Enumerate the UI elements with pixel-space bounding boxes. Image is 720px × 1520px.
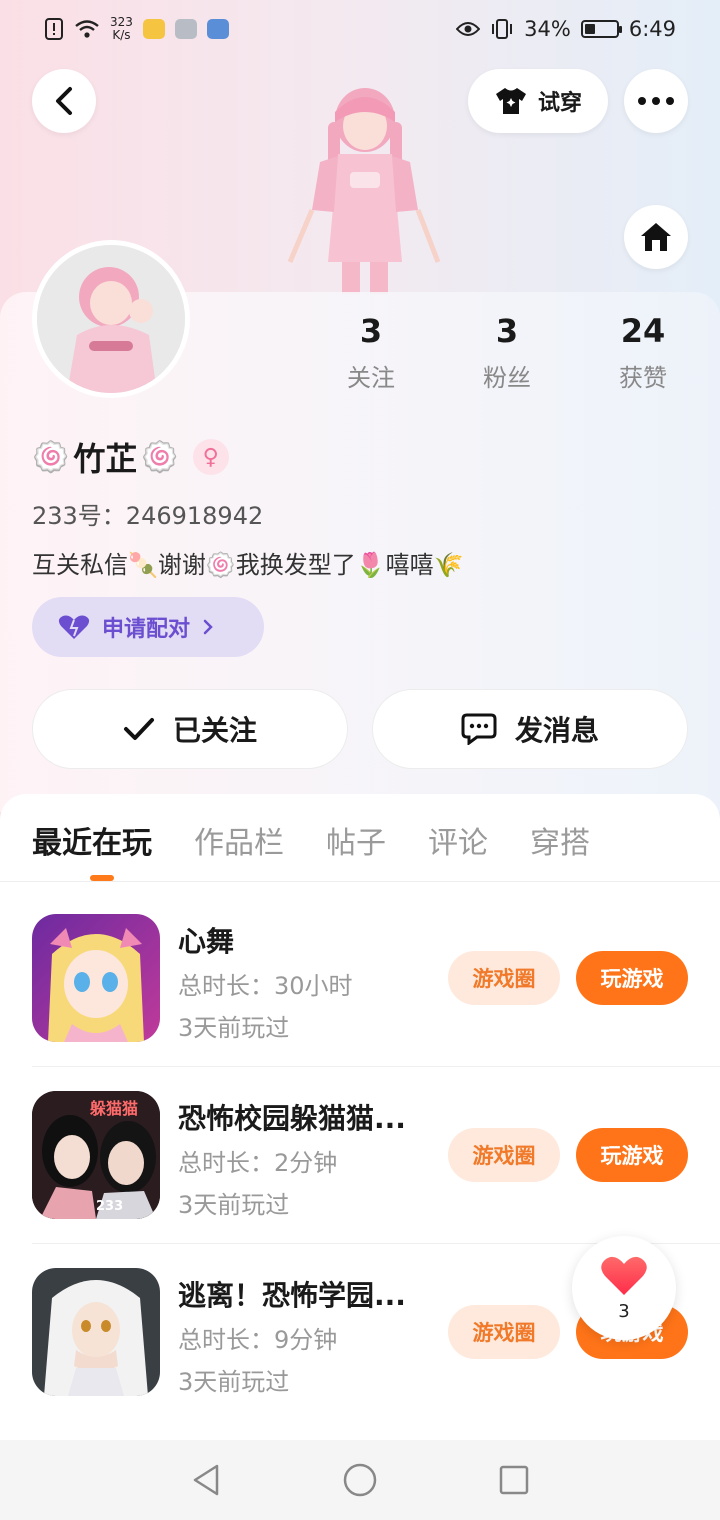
tshirt-icon	[495, 88, 526, 114]
status-bar: 323 K/s 34% 6:49	[0, 0, 720, 58]
nav-back-icon[interactable]	[191, 1463, 221, 1497]
nav-recents-icon[interactable]	[499, 1465, 529, 1495]
request-pair-label: 申请配对	[102, 617, 191, 642]
user-bio: 互关私信🍡谢谢🍥我换发型了🌷嘻嘻🌾	[32, 551, 464, 579]
game-last-played: 3天前玩过	[178, 1014, 290, 1042]
vibrate-icon	[492, 19, 513, 39]
stat-likes[interactable]: 24 获赞	[588, 312, 698, 393]
stat-label: 粉丝	[483, 364, 531, 392]
system-navigation-bar	[0, 1440, 720, 1520]
game-title: 心舞	[178, 925, 235, 958]
game-play-time: 总时长：30小时	[178, 972, 353, 1000]
tab-works[interactable]: 作品栏	[194, 818, 284, 862]
heart-icon	[601, 1256, 647, 1295]
stat-label: 关注	[347, 364, 395, 392]
game-icon: 躲猫猫 233	[32, 1091, 160, 1219]
message-icon	[461, 713, 497, 745]
battery-percent: 34%	[524, 17, 571, 41]
avatar-image	[37, 245, 185, 393]
game-list-item[interactable]: 躲猫猫 233 恐怖校园躲猫猫... 总时长：2分钟 3天前玩过 游戏圈 玩游戏	[32, 1091, 688, 1219]
profile-tabs: 最近在玩 作品栏 帖子 评论 穿搭	[32, 818, 632, 862]
stat-label: 获赞	[619, 364, 667, 392]
username-row: 🍥 竹芷 🍥 ♀	[32, 434, 229, 480]
game-icon	[32, 914, 160, 1042]
send-message-button[interactable]: 发消息	[372, 689, 688, 769]
followed-label: 已关注	[172, 714, 257, 747]
wifi-icon	[75, 20, 99, 38]
game-list-item[interactable]: 心舞 总时长：30小时 3天前玩过 游戏圈 玩游戏	[32, 914, 688, 1042]
back-button[interactable]	[32, 69, 96, 133]
user-id: 233号：246918942	[32, 502, 264, 530]
game-circle-button[interactable]: 游戏圈	[448, 1305, 560, 1359]
chevron-right-icon	[203, 619, 213, 635]
like-count: 3	[618, 1300, 630, 1322]
swirl-candy-icon: 🍥	[141, 439, 179, 475]
send-message-label: 发消息	[514, 714, 599, 747]
game-play-time: 总时长：9分钟	[178, 1326, 338, 1354]
game-icon-badge: 233	[96, 1199, 124, 1214]
female-icon: ♀	[192, 439, 229, 475]
clock: 6:49	[628, 17, 676, 41]
try-on-button[interactable]: 试穿	[468, 69, 608, 133]
followed-button[interactable]: 已关注	[32, 689, 348, 769]
game-last-played: 3天前玩过	[178, 1368, 290, 1396]
divider	[0, 881, 720, 882]
notification-app-icon	[174, 19, 197, 39]
notification-app-icon	[142, 19, 165, 39]
swirl-candy-icon: 🍥	[32, 439, 70, 475]
username: 竹芷	[73, 440, 138, 478]
game-title: 恐怖校园躲猫猫...	[178, 1102, 406, 1135]
tab-outfits[interactable]: 穿搭	[530, 818, 590, 862]
avatar-3d-figure	[287, 88, 441, 294]
game-icon	[32, 1268, 160, 1396]
home-button[interactable]	[624, 205, 688, 269]
more-horizontal-icon	[638, 97, 674, 105]
stat-value: 24	[620, 312, 666, 350]
game-circle-button[interactable]: 游戏圈	[448, 1128, 560, 1182]
try-on-label: 试穿	[537, 91, 582, 116]
stat-following[interactable]: 3 关注	[316, 312, 426, 393]
tab-recently-played[interactable]: 最近在玩	[32, 818, 152, 862]
notification-app-icon	[206, 19, 229, 39]
divider	[32, 1066, 720, 1067]
tab-comments[interactable]: 评论	[428, 818, 488, 862]
stat-value: 3	[495, 312, 519, 350]
request-pair-button[interactable]: 申请配对	[32, 597, 264, 657]
game-icon-text: 躲猫猫	[90, 1099, 139, 1118]
battery-icon	[580, 20, 622, 38]
avatar[interactable]	[32, 240, 190, 398]
game-last-played: 3天前玩过	[178, 1191, 290, 1219]
chevron-left-icon	[56, 87, 72, 115]
play-game-button[interactable]: 玩游戏	[576, 1128, 688, 1182]
game-play-time: 总时长：2分钟	[178, 1149, 338, 1177]
network-speed: 323 K/s	[110, 15, 133, 42]
play-game-button[interactable]: 玩游戏	[576, 951, 688, 1005]
game-title: 逃离！恐怖学园...	[178, 1279, 406, 1312]
more-button[interactable]	[624, 69, 688, 133]
alert-icon	[45, 18, 63, 40]
stat-value: 3	[359, 312, 383, 350]
game-circle-button[interactable]: 游戏圈	[448, 951, 560, 1005]
stat-followers[interactable]: 3 粉丝	[452, 312, 562, 393]
nav-home-icon[interactable]	[343, 1463, 377, 1497]
heart-icon	[58, 615, 90, 639]
check-icon	[123, 718, 154, 740]
tab-posts[interactable]: 帖子	[326, 818, 386, 862]
home-icon	[641, 223, 671, 251]
like-button[interactable]: 3	[572, 1236, 676, 1340]
eye-icon	[456, 22, 481, 36]
